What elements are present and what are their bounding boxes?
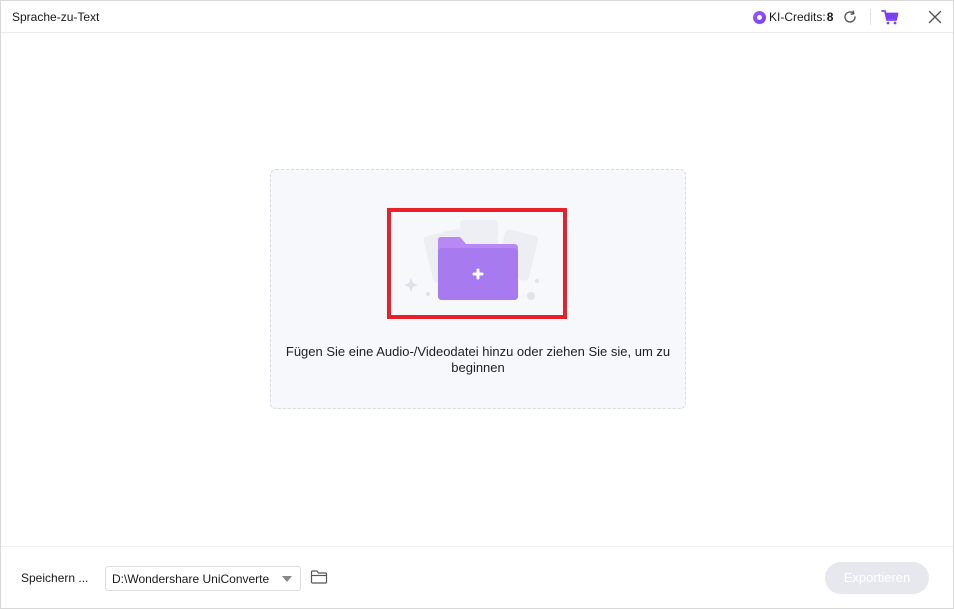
save-path-dropdown[interactable]: D:\Wondershare UniConverte: [105, 566, 301, 591]
drop-zone-instruction: Fügen Sie eine Audio-/Videodatei hinzu o…: [285, 344, 671, 375]
ai-credits-value: 8: [826, 10, 834, 24]
ai-credits-icon: [753, 10, 766, 24]
save-path-value: D:\Wondershare UniConverte: [112, 572, 270, 586]
ai-credits-label: KI-Credits:: [769, 10, 826, 24]
footer-bar: Speichern ... D:\Wondershare UniConverte…: [1, 546, 953, 609]
folder-icon: [310, 570, 328, 584]
close-button[interactable]: [927, 9, 943, 25]
add-folder-icon[interactable]: [388, 210, 568, 320]
cart-button[interactable]: [881, 9, 899, 25]
save-location-label: Speichern ...: [21, 571, 89, 585]
app-window: Sprache-zu-Text KI-Credits: 8 Fügen Sie …: [0, 0, 954, 609]
cart-icon: [881, 10, 899, 25]
refresh-button[interactable]: [842, 9, 858, 25]
ai-credits-indicator[interactable]: KI-Credits: 8: [753, 9, 833, 25]
refresh-icon: [844, 10, 856, 23]
file-drop-zone[interactable]: Fügen Sie eine Audio-/Videodatei hinzu o…: [270, 169, 686, 409]
close-icon: [928, 10, 942, 24]
window-title: Sprache-zu-Text: [12, 10, 100, 24]
chevron-down-icon: [282, 576, 292, 582]
open-folder-button[interactable]: [310, 569, 328, 585]
titlebar-divider: [870, 9, 871, 25]
title-bar: Sprache-zu-Text KI-Credits: 8: [1, 1, 953, 33]
export-button[interactable]: Exportieren: [825, 562, 929, 594]
